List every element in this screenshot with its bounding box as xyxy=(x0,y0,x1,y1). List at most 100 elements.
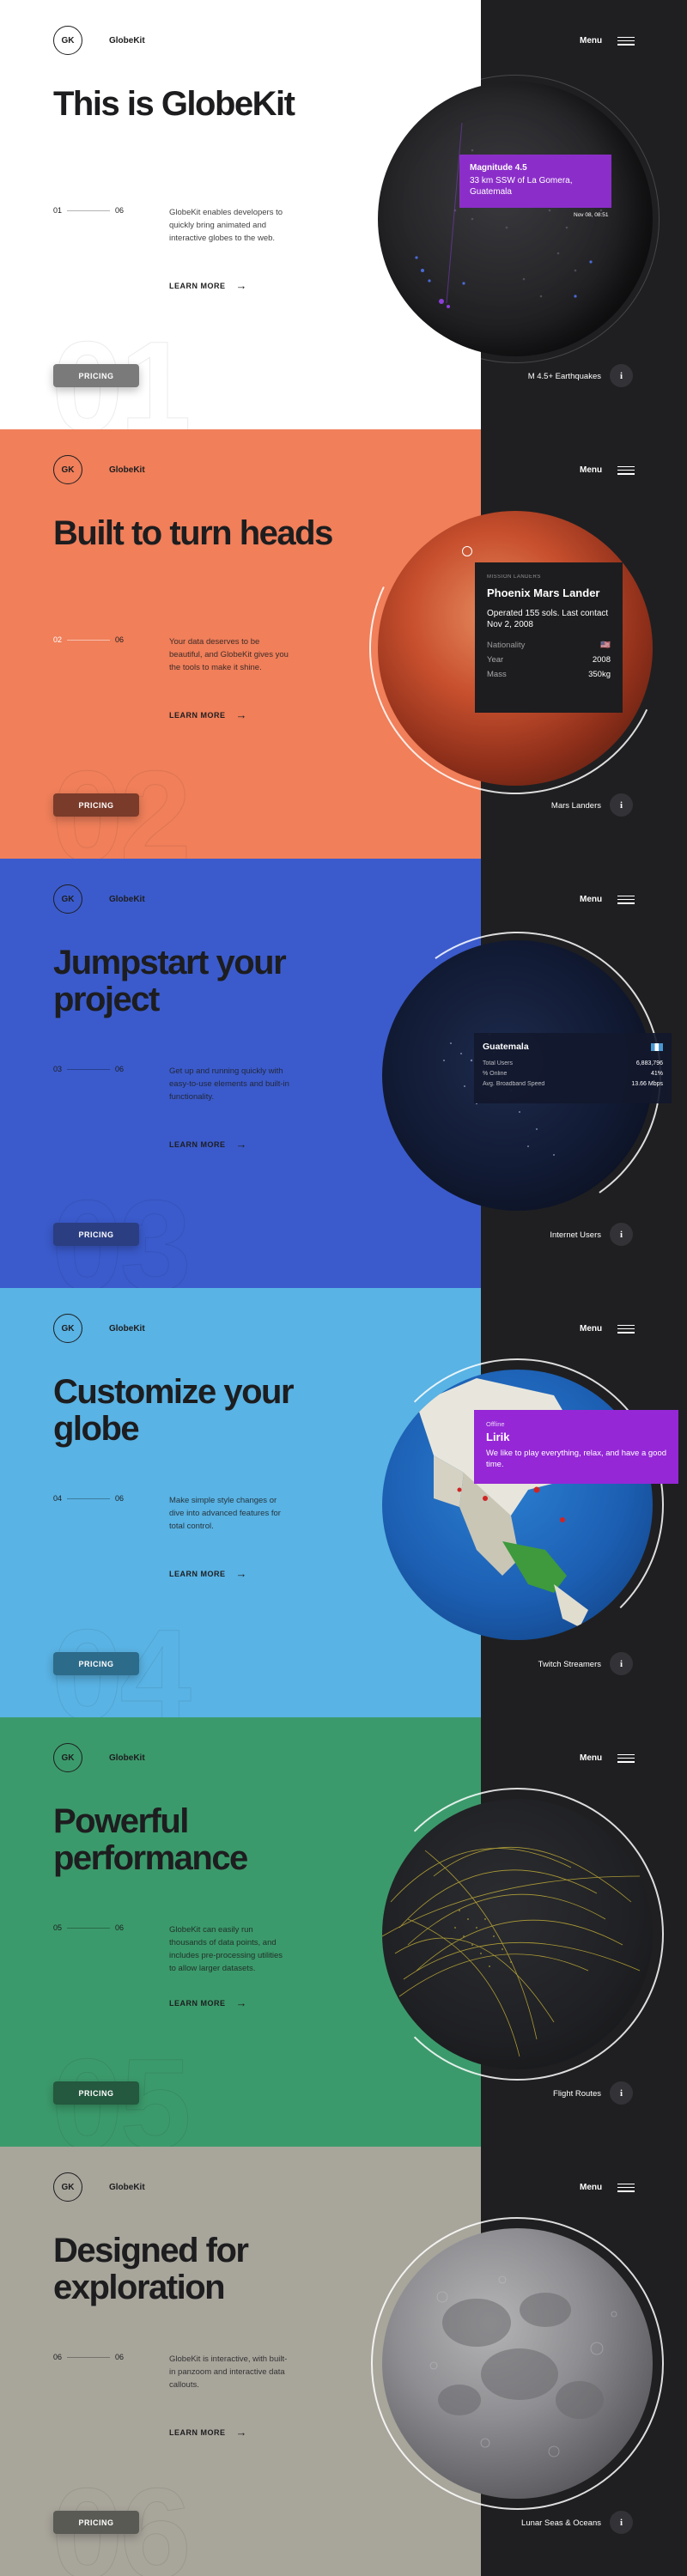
section-flight-routes: 05 GK GlobeKit Powerful performance 05 0… xyxy=(0,1717,687,2147)
brand-name: GlobeKit xyxy=(109,895,145,904)
counter-total: 06 xyxy=(115,2353,125,2361)
counter-total: 06 xyxy=(115,1923,125,1932)
arrow-right-icon: → xyxy=(235,2426,247,2439)
logo-badge[interactable]: GK xyxy=(53,455,82,484)
row-label: Year xyxy=(487,655,504,665)
learn-more-link[interactable]: LEARN MORE → xyxy=(169,2426,247,2439)
hamburger-icon xyxy=(617,36,635,46)
row-value: 41% xyxy=(650,1071,663,1077)
learn-more-link[interactable]: LEARN MORE → xyxy=(169,1996,247,2009)
card-row: Avg. Broadband Speed 13.66 Mbps xyxy=(483,1081,663,1087)
hamburger-icon xyxy=(617,2183,635,2192)
row-value: 13.66 Mbps xyxy=(631,1081,663,1087)
lander-card: MISSION LANDERS Phoenix Mars Lander Oper… xyxy=(475,562,623,713)
logo-badge[interactable]: GK xyxy=(53,1743,82,1772)
section-counter: 04 06 xyxy=(53,1494,124,1503)
card-row: % Online 41% xyxy=(483,1071,663,1077)
us-flag-icon: 🇺🇸 xyxy=(600,641,611,650)
logo-badge[interactable]: GK xyxy=(53,2172,82,2202)
brand-name: GlobeKit xyxy=(109,2183,145,2192)
logo-badge[interactable]: GK xyxy=(53,26,82,55)
brand-name: GlobeKit xyxy=(109,1324,145,1334)
tooltip-title: Magnitude 4.5 xyxy=(470,163,527,173)
counter-total: 06 xyxy=(115,635,125,644)
info-icon[interactable]: i xyxy=(610,2081,633,2105)
section-description: Your data deserves to be beautiful, and … xyxy=(169,637,289,672)
arrow-right-icon: → xyxy=(235,1996,247,2009)
menu-button[interactable]: Menu xyxy=(580,895,635,904)
logo-badge[interactable]: GK xyxy=(53,1314,82,1343)
section-counter: 05 06 xyxy=(53,1923,124,1932)
section-counter: 01 06 xyxy=(53,206,124,215)
card-row-nationality: Nationality 🇺🇸 xyxy=(487,641,611,650)
info-icon[interactable]: i xyxy=(610,793,633,817)
row-label: % Online xyxy=(483,1071,508,1077)
pricing-button[interactable]: PRICING xyxy=(53,1652,139,1675)
menu-button[interactable]: Menu xyxy=(580,36,635,46)
globe-orbit xyxy=(371,75,660,363)
hamburger-icon xyxy=(617,465,635,475)
learn-more-link[interactable]: LEARN MORE → xyxy=(169,1138,247,1151)
menu-button[interactable]: Menu xyxy=(580,1753,635,1763)
section-description: GlobeKit enables developers to quickly b… xyxy=(169,208,283,243)
arrow-right-icon: → xyxy=(235,279,247,292)
pricing-button[interactable]: PRICING xyxy=(53,364,139,387)
section-internet-users: 03 GK GlobeKit Jumpstart your project 03… xyxy=(0,859,687,1288)
section-headline: Designed for exploration xyxy=(53,2232,249,2306)
counter-total: 06 xyxy=(115,1065,125,1073)
section-counter: 02 06 xyxy=(53,635,124,644)
tooltip-kicker: Offline xyxy=(486,1420,505,1428)
counter-divider xyxy=(67,210,111,211)
learn-more-label: LEARN MORE xyxy=(169,2427,226,2437)
section-headline: Customize your globe xyxy=(53,1373,295,1448)
card-row: Total Users 6,883,796 xyxy=(483,1060,663,1066)
guatemala-flag-icon xyxy=(651,1042,663,1051)
arrow-right-icon: → xyxy=(235,1138,247,1151)
card-title: Guatemala xyxy=(483,1042,529,1052)
card-body: Operated 155 sols. Last contact Nov 2, 2… xyxy=(487,609,609,629)
learn-more-link[interactable]: LEARN MORE → xyxy=(169,1567,247,1580)
info-icon[interactable]: i xyxy=(610,1223,633,1246)
counter-index: 03 xyxy=(53,1065,63,1073)
info-icon[interactable]: i xyxy=(610,2511,633,2534)
brand-name: GlobeKit xyxy=(109,36,145,46)
tooltip-body: We like to play everything, relax, and h… xyxy=(486,1449,667,1469)
menu-button[interactable]: Menu xyxy=(580,1324,635,1334)
row-label: Nationality xyxy=(487,641,526,650)
section-lunar-seas: 06 GK GlobeKit Designed for exploration … xyxy=(0,2147,687,2576)
card-row-mass: Mass 350kg xyxy=(487,670,611,679)
menu-label: Menu xyxy=(580,2183,603,2192)
counter-total: 06 xyxy=(115,206,125,215)
learn-more-link[interactable]: LEARN MORE → xyxy=(169,279,247,292)
pricing-button[interactable]: PRICING xyxy=(53,793,139,817)
section-headline: This is GlobeKit xyxy=(53,85,295,123)
logo-badge[interactable]: GK xyxy=(53,884,82,914)
dataset-label: Twitch Streamers xyxy=(538,1660,601,1669)
counter-divider xyxy=(67,639,111,641)
menu-label: Menu xyxy=(580,895,603,904)
section-description: GlobeKit is interactive, with built-in p… xyxy=(169,2354,288,2390)
counter-divider xyxy=(67,1927,111,1929)
hamburger-icon xyxy=(617,1753,635,1763)
learn-more-label: LEARN MORE xyxy=(169,1139,226,1149)
card-kicker: MISSION LANDERS xyxy=(487,574,541,580)
menu-button[interactable]: Menu xyxy=(580,465,635,475)
globe-orbit xyxy=(371,1358,664,1651)
arrow-right-icon: → xyxy=(235,1567,247,1580)
counter-total: 06 xyxy=(115,1494,125,1503)
dataset-label: Lunar Seas & Oceans xyxy=(521,2518,601,2528)
dataset-label: Internet Users xyxy=(550,1230,601,1240)
counter-index: 02 xyxy=(53,635,63,644)
pricing-button[interactable]: PRICING xyxy=(53,2511,139,2534)
section-description: GlobeKit can easily run thousands of dat… xyxy=(169,1925,283,1973)
menu-button[interactable]: Menu xyxy=(580,2183,635,2192)
learn-more-link[interactable]: LEARN MORE → xyxy=(169,708,247,721)
info-icon[interactable]: i xyxy=(610,1652,633,1675)
pricing-button[interactable]: PRICING xyxy=(53,2081,139,2105)
tooltip-body: 33 km SSW of La Gomera, Guatemala xyxy=(470,176,573,197)
row-label: Mass xyxy=(487,670,507,679)
section-headline: Jumpstart your project xyxy=(53,944,287,1018)
info-icon[interactable]: i xyxy=(610,364,633,387)
pricing-button[interactable]: PRICING xyxy=(53,1223,139,1246)
lander-marker[interactable] xyxy=(462,546,472,556)
